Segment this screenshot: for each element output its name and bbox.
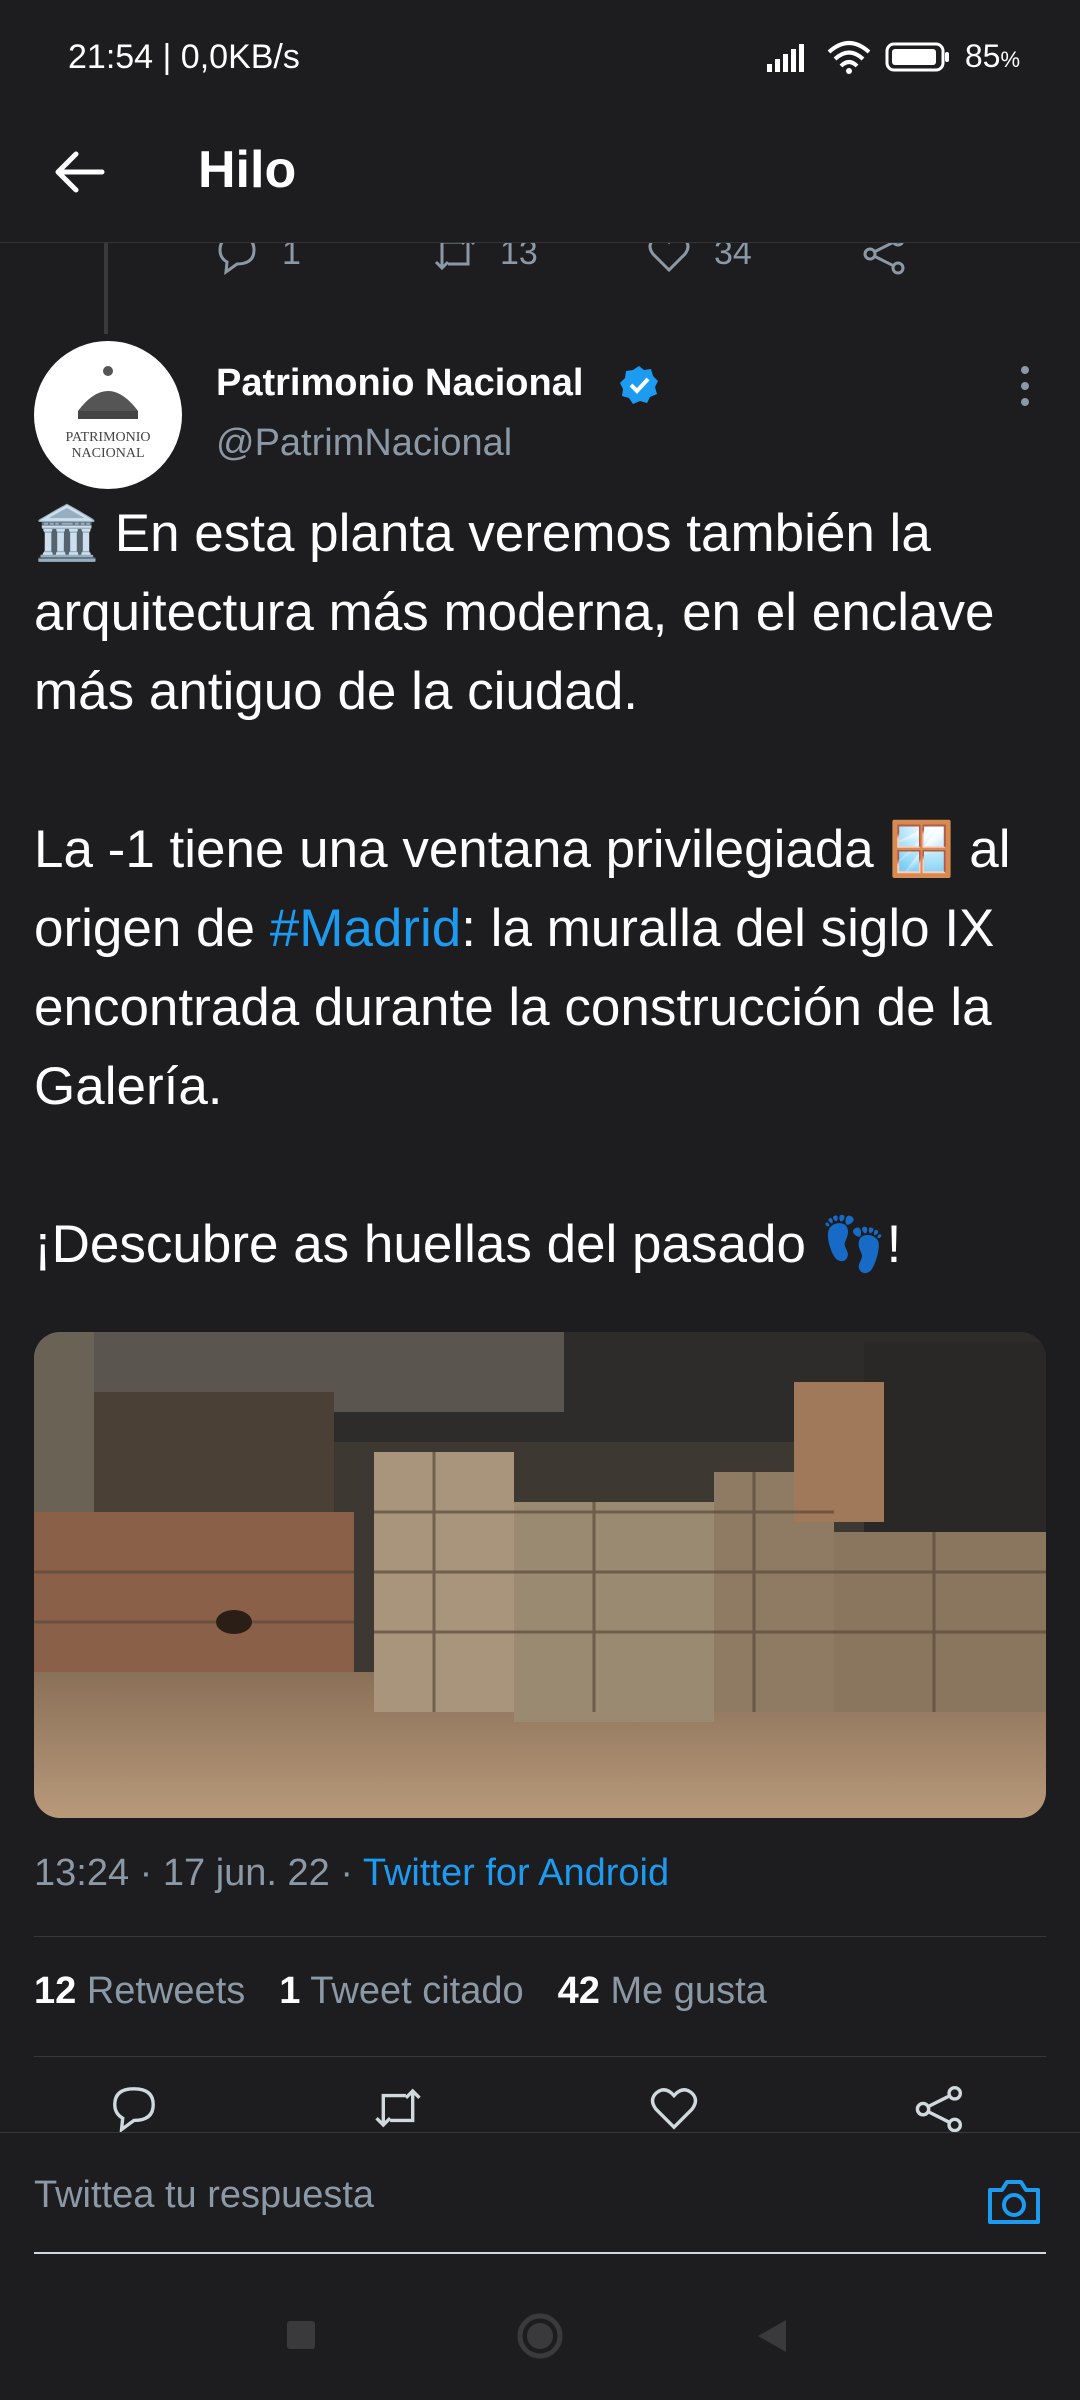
status-icons: 85% (765, 38, 1020, 75)
svg-text:NACIONAL: NACIONAL (71, 446, 144, 461)
share-icon (915, 2085, 963, 2133)
author-handle[interactable]: @PatrimNacional (216, 422, 512, 465)
tweet-text: 🏛️ En esta planta veremos también la arq… (34, 494, 1054, 1284)
share-button[interactable] (914, 2082, 966, 2133)
retweets-stat[interactable]: 12 Retweets (34, 1970, 245, 2013)
reply-icon (113, 2087, 155, 2134)
avatar[interactable]: PATRIMONIO NACIONAL (34, 341, 182, 489)
footprints-emoji: 👣 (820, 1215, 887, 1274)
retweets-count: 12 (34, 1970, 77, 2012)
battery-percent: 85 (964, 38, 1001, 74)
reply-button[interactable] (108, 2082, 160, 2134)
author-name[interactable]: Patrimonio Nacional (216, 362, 583, 405)
recents-icon[interactable] (284, 2318, 318, 2352)
page-title-overlay: Hilo (198, 141, 297, 199)
tweet-timestamp: 13:24 · 17 jun. 22 · Twitter for Android (34, 1852, 669, 1895)
heart-icon (650, 2088, 698, 2130)
likes-label: Me gusta (610, 1970, 767, 2012)
hashtag-link[interactable]: #Madrid (270, 899, 461, 958)
divider-1 (34, 1936, 1046, 1937)
tweet-paragraph-1: 🏛️ En esta planta veremos también la arq… (34, 494, 1054, 731)
thread-connector-line (104, 242, 108, 334)
like-button[interactable] (648, 2082, 700, 2132)
tweet-text-3b: ! (886, 1215, 902, 1274)
retweet-button[interactable] (372, 2082, 424, 2132)
window-emoji: 🪟 (888, 820, 955, 879)
verified-badge-icon (618, 364, 660, 406)
quotes-stat[interactable]: 1 Tweet citado (279, 1970, 523, 2013)
tweet-stats: 12 Retweets 1 Tweet citado 42 Me gusta (34, 1970, 767, 2013)
reply-input[interactable]: Twittea tu respuesta (34, 2174, 374, 2217)
likes-stat[interactable]: 42 Me gusta (558, 1970, 767, 2013)
home-icon[interactable] (516, 2312, 564, 2360)
signal-icon (766, 43, 804, 72)
tweet-paragraph-3: ¡Descubre as huellas del pasado 👣! (34, 1205, 1054, 1284)
battery-icon (885, 42, 949, 71)
retweet-icon (375, 2088, 421, 2128)
tweet-time: 13:24 · 17 jun. 22 · (34, 1852, 363, 1894)
camera-icon (988, 2180, 1040, 2224)
status-bar: 21:54 | 0,0KB/s 85% (0, 0, 1080, 120)
tweet-text-1: En esta planta veremos también la arquit… (34, 504, 995, 721)
tweet-media-image[interactable] (34, 1332, 1046, 1818)
classical-building-emoji: 🏛️ (34, 504, 100, 563)
arrow-left-icon (55, 151, 105, 193)
retweets-label: Retweets (86, 1970, 246, 2012)
back-button-overlay[interactable] (48, 140, 112, 204)
svg-text:PATRIMONIO: PATRIMONIO (65, 430, 150, 445)
status-time: 21:54 | 0,0KB/s (68, 38, 300, 76)
crown-logo-icon: PATRIMONIO NACIONAL (65, 366, 151, 461)
quotes-count: 1 (279, 1970, 301, 2012)
tweet-paragraph-2: La -1 tiene una ventana privilegiada 🪟 a… (34, 810, 1054, 1126)
more-vertical-icon (1021, 366, 1029, 406)
system-nav-bar (0, 2272, 1080, 2400)
tweet-text-2a: La -1 tiene una ventana privilegiada (34, 820, 889, 879)
more-options-button[interactable] (1008, 364, 1042, 408)
likes-count: 42 (557, 1970, 600, 2012)
header-cover (0, 120, 1080, 243)
tweet-text-3a: ¡Descubre as huellas del pasado (34, 1215, 821, 1274)
tweet-source-link[interactable]: Twitter for Android (363, 1852, 669, 1894)
quotes-label: Tweet citado (310, 1970, 524, 2012)
battery-unit: % (1000, 47, 1020, 72)
divider-2 (34, 2056, 1046, 2057)
back-nav-icon[interactable] (754, 2316, 790, 2356)
add-photo-button[interactable] (984, 2172, 1044, 2232)
reply-input-underline (34, 2252, 1046, 2254)
wifi-icon (827, 40, 871, 74)
